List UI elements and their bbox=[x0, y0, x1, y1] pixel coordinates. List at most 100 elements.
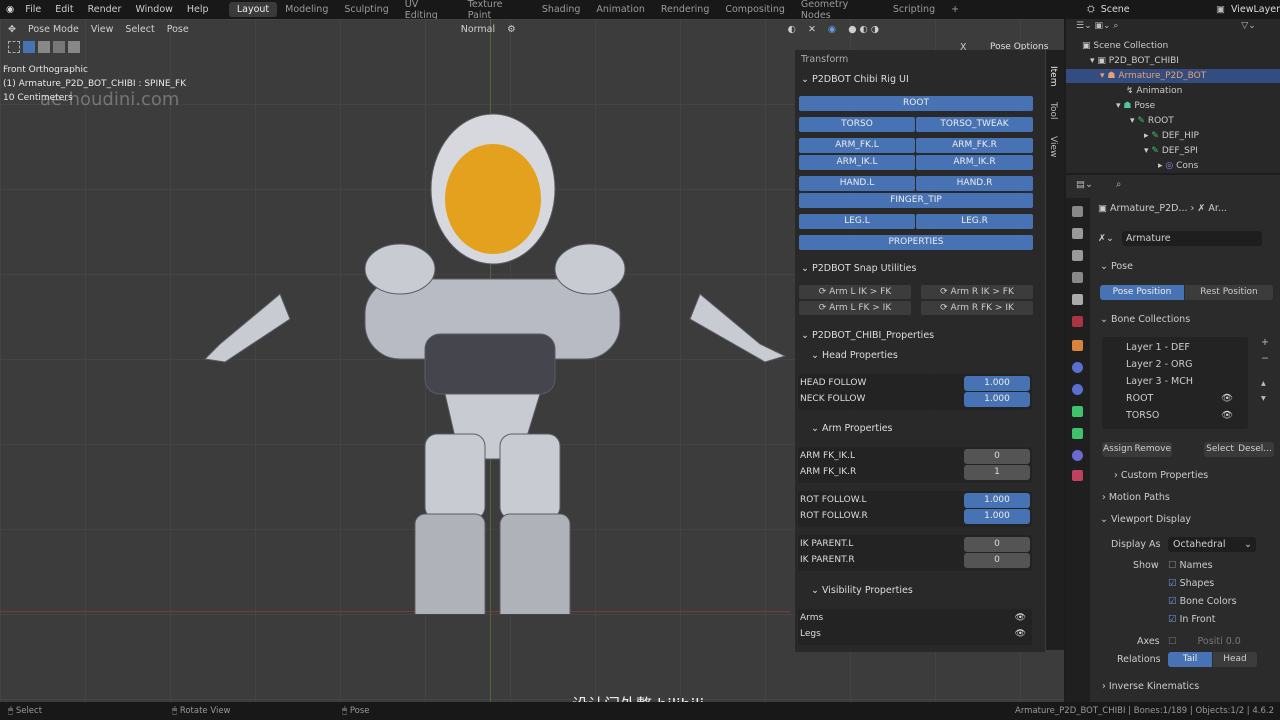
outliner-bone-def-spi[interactable]: ▾ ✎ DEF_SPI bbox=[1144, 146, 1198, 156]
in-front-checkbox[interactable]: ☑ In Front bbox=[1168, 614, 1215, 625]
menu-select[interactable]: Select bbox=[125, 24, 154, 35]
root-button[interactable]: ROOT bbox=[799, 96, 1033, 111]
snap-icon[interactable]: ◐ bbox=[788, 24, 796, 35]
head-follow-field[interactable]: 1.000 bbox=[964, 376, 1030, 391]
torso-button[interactable]: TORSO bbox=[799, 117, 915, 132]
gizmo-icon[interactable]: ✕ bbox=[808, 24, 816, 35]
menu-file[interactable]: File bbox=[18, 4, 48, 15]
tab-layout[interactable]: Layout bbox=[228, 2, 278, 17]
bone-collections-header[interactable]: ⌄ Bone Collections bbox=[1100, 314, 1190, 325]
move-down-icon[interactable]: ▾ bbox=[1261, 393, 1266, 404]
select-extend-icon[interactable] bbox=[38, 41, 50, 53]
armature-data-tab-icon[interactable] bbox=[1072, 406, 1083, 417]
robot-model[interactable] bbox=[190, 94, 800, 614]
physics-tab-icon[interactable] bbox=[1072, 384, 1083, 395]
tab-shading[interactable]: Shading bbox=[534, 2, 589, 17]
overlay-icon[interactable]: ◉ bbox=[828, 24, 836, 35]
outliner-animation[interactable]: ↯ Animation bbox=[1126, 86, 1182, 96]
blender-logo-icon[interactable]: ◉ bbox=[0, 4, 18, 15]
arm-fk-l-button[interactable]: ARM_FK.L bbox=[799, 138, 915, 153]
tool-tab-icon[interactable] bbox=[1072, 206, 1083, 217]
select-tool-icon[interactable] bbox=[8, 41, 20, 53]
armature-data-name-field[interactable]: Armature bbox=[1122, 231, 1262, 246]
outliner-bone-root[interactable]: ▾ ✎ ROOT bbox=[1130, 116, 1174, 126]
menu-render[interactable]: Render bbox=[81, 4, 129, 15]
head-properties-header[interactable]: ⌄ Head Properties bbox=[811, 350, 898, 361]
menu-pose[interactable]: Pose bbox=[167, 24, 189, 35]
texture-tab-icon[interactable] bbox=[1072, 470, 1083, 481]
menu-view[interactable]: View bbox=[91, 24, 114, 35]
motion-paths-header[interactable]: › Motion Paths bbox=[1102, 492, 1170, 503]
output-tab-icon[interactable] bbox=[1072, 250, 1083, 261]
tab-scripting[interactable]: Scripting bbox=[885, 2, 943, 17]
rest-position-button[interactable]: Rest Position bbox=[1185, 285, 1273, 300]
bone-colors-checkbox[interactable]: ☑ Bone Colors bbox=[1168, 596, 1237, 607]
shading-solid-icon[interactable]: ● ◐ ◑ bbox=[848, 24, 879, 35]
scene-icon[interactable]: ⛭ bbox=[1087, 4, 1095, 15]
select-button[interactable]: Select bbox=[1206, 442, 1234, 457]
menu-edit[interactable]: Edit bbox=[48, 4, 80, 15]
names-checkbox[interactable]: ☐ Names bbox=[1168, 560, 1213, 571]
arm-properties-header[interactable]: ⌄ Arm Properties bbox=[811, 423, 893, 434]
deselect-button[interactable]: Desel... bbox=[1238, 442, 1272, 457]
render-tab-icon[interactable] bbox=[1072, 228, 1083, 239]
tab-tool[interactable]: Tool bbox=[1048, 102, 1058, 119]
arm-fkik-l-field[interactable]: 0 bbox=[964, 449, 1030, 464]
arm-fkik-r-field[interactable]: 1 bbox=[964, 465, 1030, 480]
view-layer-icon[interactable]: ▣ bbox=[1216, 4, 1225, 15]
collection-item[interactable]: ROOT 👁 bbox=[1126, 393, 1233, 404]
inverse-kinematics-header[interactable]: › Inverse Kinematics bbox=[1102, 681, 1199, 692]
arm-r-ik-fk-button[interactable]: ⟳ Arm R IK > FK bbox=[921, 285, 1033, 299]
bone-tab-icon[interactable] bbox=[1072, 428, 1083, 439]
eye-icon[interactable]: 👁 bbox=[1015, 626, 1026, 642]
outliner-scene-collection[interactable]: ▣ Scene Collection bbox=[1082, 41, 1168, 51]
eye-icon[interactable]: 👁 bbox=[1015, 610, 1026, 626]
custom-properties-header[interactable]: › Custom Properties bbox=[1114, 470, 1208, 481]
outliner-collection[interactable]: ▾ ▣ P2D_BOT_CHIBI bbox=[1090, 56, 1179, 66]
properties-button[interactable]: PROPERTIES bbox=[799, 235, 1033, 250]
eye-icon[interactable]: 👁 bbox=[1221, 393, 1233, 404]
visibility-properties-header[interactable]: ⌄ Visibility Properties bbox=[811, 585, 913, 596]
outliner-pose[interactable]: ▾ ☗ Pose bbox=[1116, 101, 1155, 111]
chibi-properties-header[interactable]: ⌄ P2DBOT_CHIBI_Properties bbox=[801, 330, 934, 341]
torso-tweak-button[interactable]: TORSO_TWEAK bbox=[916, 117, 1033, 132]
transform-orientation[interactable]: Normal bbox=[461, 24, 495, 35]
bone-constraint-tab-icon[interactable] bbox=[1072, 450, 1083, 461]
pose-position-button[interactable]: Pose Position bbox=[1100, 285, 1184, 300]
tab-item[interactable]: Item bbox=[1048, 66, 1058, 87]
transform-panel-header[interactable]: Transform bbox=[801, 54, 848, 65]
select-invert-icon[interactable] bbox=[68, 41, 80, 53]
ik-parent-r-field[interactable]: 0 bbox=[964, 553, 1030, 568]
snap-utilities-header[interactable]: ⌄ P2DBOT Snap Utilities bbox=[801, 263, 916, 274]
scene-tab-icon[interactable] bbox=[1072, 294, 1083, 305]
ik-parent-l-field[interactable]: 0 bbox=[964, 537, 1030, 552]
viewport-display-header[interactable]: ⌄ Viewport Display bbox=[1100, 514, 1191, 525]
armature-icon[interactable]: ✗⌄ bbox=[1098, 233, 1114, 244]
menu-window[interactable]: Window bbox=[128, 4, 179, 15]
view-layer-selector[interactable]: ViewLayer bbox=[1231, 4, 1280, 15]
properties-editor-type-icon[interactable]: ▤⌄ ⌕ bbox=[1076, 179, 1121, 190]
add-collection-icon[interactable]: + bbox=[1261, 337, 1269, 348]
remove-collection-icon[interactable]: − bbox=[1261, 353, 1269, 364]
menu-help[interactable]: Help bbox=[180, 4, 216, 15]
search-icon[interactable]: ⌕ bbox=[1116, 179, 1121, 190]
finger-tip-button[interactable]: FINGER_TIP bbox=[799, 193, 1033, 208]
axes-checkbox[interactable]: ☐ Positi 0.0 bbox=[1168, 636, 1241, 647]
display-as-dropdown[interactable]: Octahedral ⌄ bbox=[1168, 537, 1256, 552]
tab-modeling[interactable]: Modeling bbox=[277, 2, 336, 17]
arm-l-ik-fk-button[interactable]: ⟳ Arm L IK > FK bbox=[799, 285, 911, 299]
tab-animation[interactable]: Animation bbox=[588, 2, 652, 17]
outliner-armature[interactable]: ▾ ☗ Armature_P2D_BOT bbox=[1066, 69, 1280, 83]
world-tab-icon[interactable] bbox=[1072, 316, 1083, 327]
hand-l-button[interactable]: HAND.L bbox=[799, 176, 915, 191]
object-tab-icon[interactable] bbox=[1072, 340, 1083, 351]
rot-follow-r-field[interactable]: 1.000 bbox=[964, 509, 1030, 524]
scene-selector[interactable]: Scene bbox=[1101, 4, 1186, 15]
move-up-icon[interactable]: ▴ bbox=[1261, 378, 1266, 389]
rot-follow-l-field[interactable]: 1.000 bbox=[964, 493, 1030, 508]
select-subtract-icon[interactable] bbox=[53, 41, 65, 53]
tab-rendering[interactable]: Rendering bbox=[653, 2, 718, 17]
arm-ik-l-button[interactable]: ARM_IK.L bbox=[799, 155, 915, 170]
collection-item[interactable]: Layer 2 - ORG bbox=[1126, 359, 1192, 370]
axes-position-field[interactable]: Positi 0.0 bbox=[1198, 636, 1241, 647]
